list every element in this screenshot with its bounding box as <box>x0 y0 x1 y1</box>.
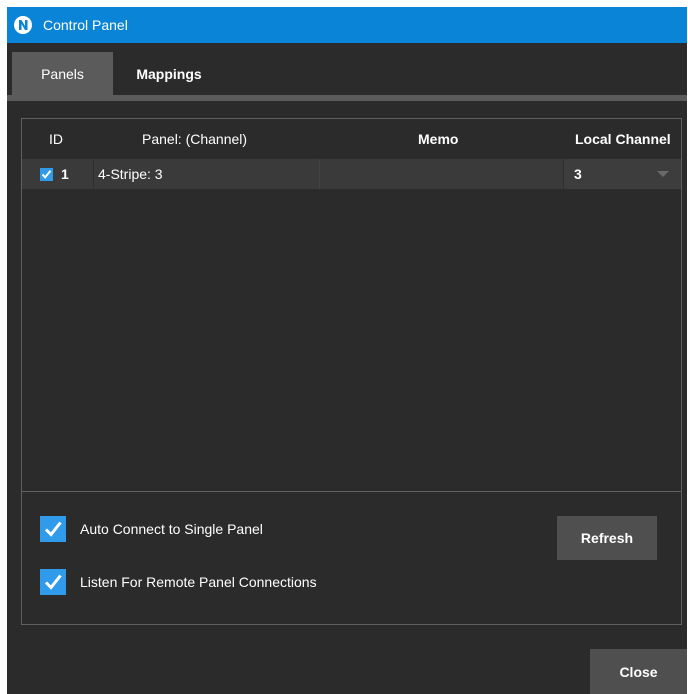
row-enabled-checkbox[interactable] <box>40 167 53 181</box>
panels-content: ID Panel: (Channel) Memo Local Channel 1… <box>21 118 682 625</box>
grid-divider <box>22 491 681 492</box>
refresh-button[interactable]: Refresh <box>557 516 657 560</box>
row-id-cell: 1 <box>22 159 94 189</box>
column-header-memo[interactable]: Memo <box>418 131 458 147</box>
row-panel-value: 4-Stripe: 3 <box>98 166 163 182</box>
checkmark-icon <box>41 169 52 179</box>
column-header-panel[interactable]: Panel: (Channel) <box>142 131 247 147</box>
row-panel-cell[interactable]: 4-Stripe: 3 <box>94 159 320 189</box>
window-title: Control Panel <box>43 17 128 33</box>
tab-mappings[interactable]: Mappings <box>117 52 221 95</box>
table-row[interactable]: 1 4-Stripe: 3 3 <box>22 159 681 189</box>
close-button[interactable]: Close <box>590 649 687 694</box>
auto-connect-checkbox[interactable] <box>40 516 66 542</box>
local-channel-dropdown[interactable]: 3 <box>564 159 681 189</box>
local-channel-value: 3 <box>574 166 582 182</box>
tab-underline <box>7 95 687 101</box>
listen-remote-checkbox[interactable] <box>40 569 66 595</box>
chevron-down-icon <box>657 171 669 177</box>
listen-remote-label: Listen For Remote Panel Connections <box>80 574 317 590</box>
column-header-id[interactable]: ID <box>49 131 63 147</box>
auto-connect-label: Auto Connect to Single Panel <box>80 521 263 537</box>
app-logo-icon <box>14 16 32 34</box>
tab-bar: Panels Mappings <box>7 43 687 101</box>
listen-remote-option[interactable]: Listen For Remote Panel Connections <box>40 569 317 595</box>
column-header-local-channel[interactable]: Local Channel <box>575 131 671 147</box>
row-memo-cell[interactable] <box>320 159 564 189</box>
title-bar: Control Panel <box>7 7 687 43</box>
checkmark-icon <box>44 574 62 590</box>
grid-header: ID Panel: (Channel) Memo Local Channel <box>22 119 681 159</box>
row-id: 1 <box>61 166 69 182</box>
control-panel-window: Control Panel Panels Mappings ID Panel: … <box>7 7 687 694</box>
auto-connect-option[interactable]: Auto Connect to Single Panel <box>40 516 263 542</box>
checkmark-icon <box>44 521 62 537</box>
tab-panels[interactable]: Panels <box>12 52 113 95</box>
